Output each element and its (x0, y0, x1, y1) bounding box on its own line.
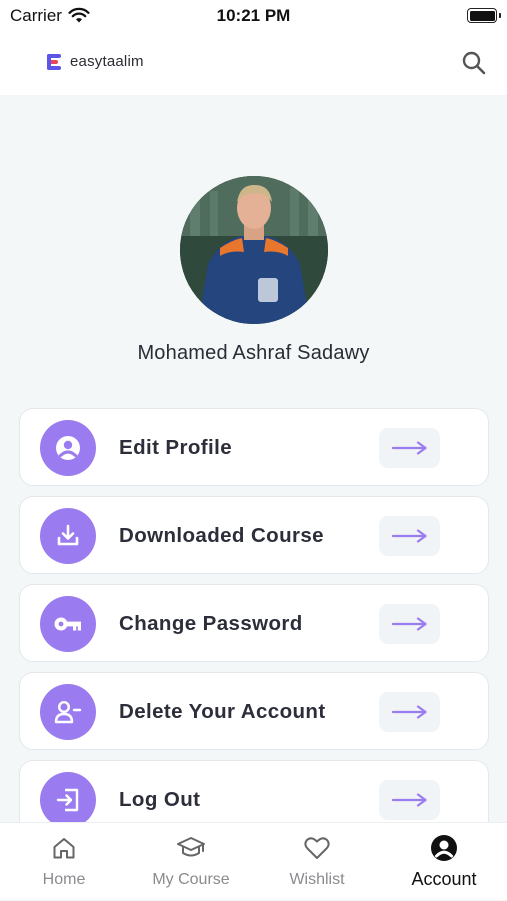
tab-label: Wishlist (289, 871, 345, 888)
arrow-right-icon (379, 692, 440, 732)
download-icon (40, 508, 96, 564)
arrow-right-icon (379, 428, 440, 468)
user-minus-icon (40, 684, 96, 740)
battery-icon (467, 8, 497, 23)
tab-label: My Course (152, 871, 230, 888)
tab-account[interactable]: Account (381, 823, 507, 901)
avatar-photo (180, 176, 328, 324)
clock: 10:21 PM (216, 6, 291, 25)
key-icon (40, 596, 96, 652)
search-button[interactable] (459, 48, 489, 78)
profile-name: Mohamed Ashraf Sadawy (137, 342, 370, 364)
graduation-cap-icon (128, 833, 254, 863)
home-icon (1, 833, 127, 863)
app-header: easytaalim (0, 32, 507, 95)
brand-logo-icon (44, 52, 65, 77)
status-bar: Carrier 10:21 PM (0, 0, 507, 32)
account-icon (381, 833, 507, 863)
avatar (180, 176, 328, 324)
logout-icon (40, 772, 96, 828)
menu-item-downloaded-course[interactable]: Downloaded Course (19, 496, 489, 574)
tab-wishlist[interactable]: Wishlist (254, 823, 380, 901)
battery-cap (499, 13, 501, 18)
arrow-right-icon (379, 780, 440, 820)
arrow-right-icon (379, 516, 440, 556)
menu-item-label: Edit Profile (119, 436, 233, 459)
menu-item-change-password[interactable]: Change Password (19, 584, 489, 662)
menu-item-label: Change Password (119, 612, 303, 635)
tab-home[interactable]: Home (1, 823, 127, 901)
menu-item-delete-account[interactable]: Delete Your Account (19, 672, 489, 750)
search-icon (462, 51, 486, 75)
arrow-right-icon (379, 604, 440, 644)
menu-item-label: Downloaded Course (119, 524, 324, 547)
user-circle-icon (40, 420, 96, 476)
brand-name: easytaalim (70, 53, 144, 70)
menu-item-label: Delete Your Account (119, 700, 326, 723)
tab-label: Account (411, 869, 477, 889)
menu-item-edit-profile[interactable]: Edit Profile (19, 408, 489, 486)
tab-my-course[interactable]: My Course (128, 823, 254, 901)
bottom-tab-bar: Home My Course Wishlist Account (0, 822, 507, 900)
heart-icon (254, 833, 380, 863)
tab-label: Home (42, 871, 86, 888)
